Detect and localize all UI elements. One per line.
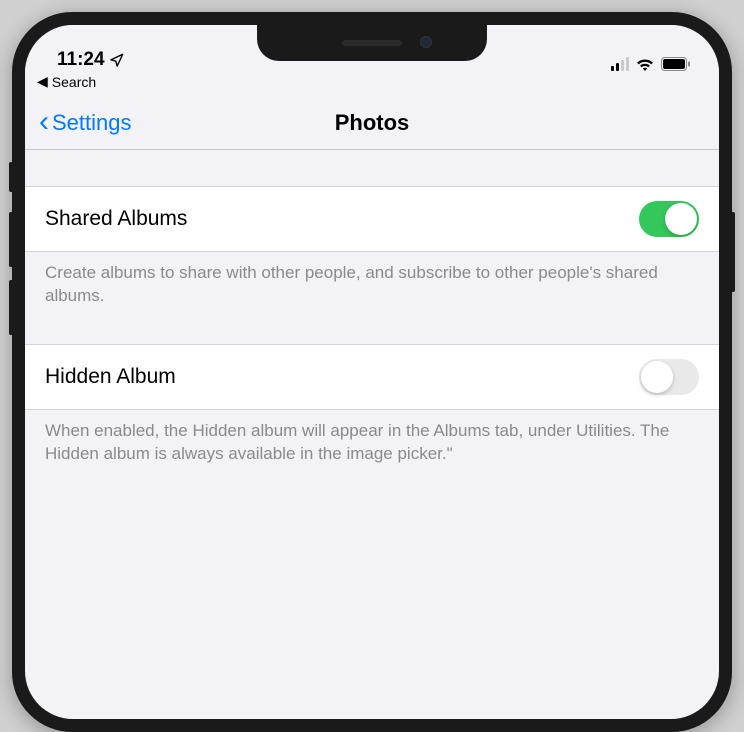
switch-knob bbox=[641, 361, 673, 393]
shared-albums-description: Create albums to share with other people… bbox=[25, 252, 719, 324]
page-title: Photos bbox=[335, 110, 410, 136]
front-camera bbox=[420, 36, 432, 48]
hidden-album-cell: Hidden Album bbox=[25, 344, 719, 410]
volume-down-button bbox=[9, 280, 13, 335]
nav-back-button[interactable]: ‹ Settings bbox=[39, 109, 132, 137]
location-icon bbox=[109, 53, 124, 68]
switch-knob bbox=[665, 203, 697, 235]
hidden-album-toggle[interactable] bbox=[639, 359, 699, 395]
battery-icon bbox=[661, 57, 691, 71]
status-time: 11:24 bbox=[57, 49, 105, 71]
settings-content: Shared Albums Create albums to share wit… bbox=[25, 150, 719, 482]
breadcrumb-label: Search bbox=[52, 74, 96, 90]
hidden-album-description: When enabled, the Hidden album will appe… bbox=[25, 410, 719, 482]
shared-albums-cell: Shared Albums bbox=[25, 186, 719, 252]
notch bbox=[257, 25, 487, 61]
phone-frame: 11:24 ◀ Search bbox=[12, 12, 732, 732]
cell-label: Shared Albums bbox=[45, 207, 187, 231]
breadcrumb[interactable]: ◀ Search bbox=[25, 73, 719, 96]
nav-back-label: Settings bbox=[52, 110, 132, 136]
wifi-icon bbox=[635, 56, 655, 71]
mute-switch bbox=[9, 162, 13, 192]
speaker-grille bbox=[342, 40, 402, 46]
shared-albums-toggle[interactable] bbox=[639, 201, 699, 237]
power-button bbox=[731, 212, 735, 292]
nav-bar: ‹ Settings Photos bbox=[25, 96, 719, 150]
cell-label: Hidden Album bbox=[45, 365, 176, 389]
breadcrumb-back-icon: ◀ bbox=[37, 73, 48, 90]
cellular-signal-icon bbox=[611, 57, 630, 71]
volume-up-button bbox=[9, 212, 13, 267]
screen: 11:24 ◀ Search bbox=[25, 25, 719, 719]
chevron-left-icon: ‹ bbox=[39, 107, 49, 137]
